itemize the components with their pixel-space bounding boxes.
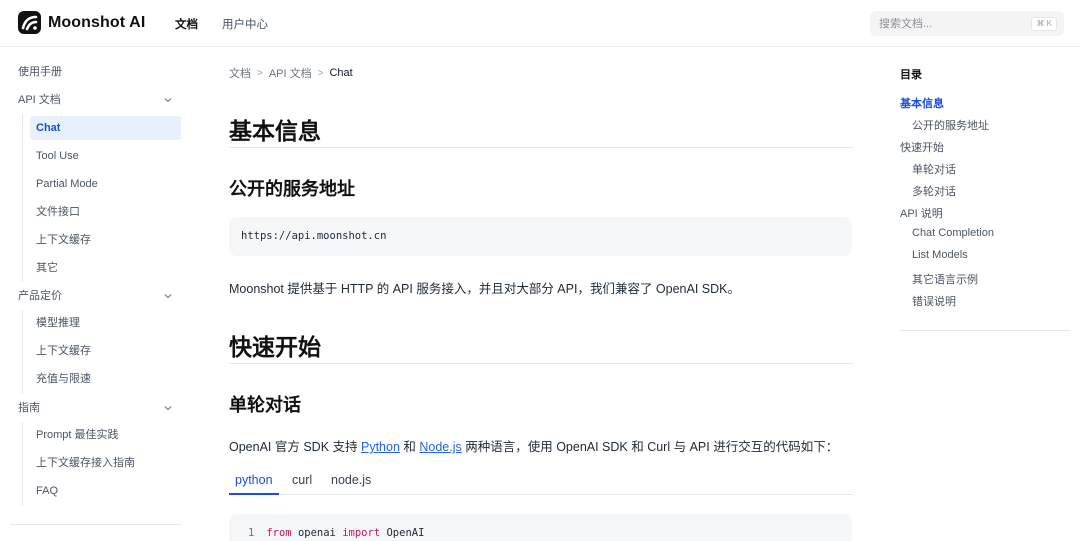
sidebar-divider	[10, 524, 181, 525]
sidebar-item-chat[interactable]: Chat	[30, 116, 181, 140]
sidebar-group-api-docs[interactable]: API 文档	[18, 90, 178, 110]
toc-item-public-url[interactable]: 公开的服务地址	[912, 117, 989, 133]
breadcrumb-docs[interactable]: 文档	[229, 65, 251, 81]
breadcrumb-separator: >	[317, 67, 324, 79]
sidebar-item-faq[interactable]: FAQ	[30, 479, 181, 503]
python-link[interactable]: Python	[361, 440, 400, 454]
python-code-block: 1 from openai import OpenAI	[229, 514, 852, 541]
nodejs-link[interactable]: Node.js	[419, 440, 461, 454]
nav-docs[interactable]: 文档	[175, 16, 198, 32]
sdk-text: 和	[399, 440, 420, 454]
heading-single-turn: 单轮对话	[229, 395, 301, 415]
toc-item-api-desc[interactable]: API 说明	[900, 205, 943, 221]
sidebar-item-file-api[interactable]: 文件接口	[30, 200, 181, 224]
sidebar-group-guide[interactable]: 指南	[18, 398, 178, 418]
code-line-number: 1	[248, 527, 255, 539]
sidebar-group-label: 使用手册	[18, 66, 62, 78]
toc-item-multi-turn[interactable]: 多轮对话	[912, 183, 956, 199]
main-content: 文档 > API 文档 > Chat 基本信息 公开的服务地址 https://…	[229, 48, 853, 541]
code-keyword: import	[342, 527, 381, 539]
heading-public-url: 公开的服务地址	[229, 179, 355, 199]
top-navbar: Moonshot AI 文档 用户中心 ⌘ K	[0, 0, 1080, 47]
toc-item-other-languages[interactable]: 其它语言示例	[912, 271, 978, 287]
toc-item-errors[interactable]: 错误说明	[912, 293, 956, 309]
code-name: OpenAI	[386, 527, 425, 539]
code-tabs: python curl node.js	[229, 468, 853, 495]
sidebar-group-label: 产品定价	[18, 290, 62, 302]
search-input[interactable]	[879, 17, 1029, 30]
sidebar-item-cache-pricing[interactable]: 上下文缓存	[30, 339, 181, 363]
sidebar-item-context-cache[interactable]: 上下文缓存	[30, 228, 181, 252]
tab-curl[interactable]: curl	[286, 468, 318, 495]
search-shortcut-badge: ⌘ K	[1031, 17, 1057, 31]
breadcrumb: 文档 > API 文档 > Chat	[229, 65, 353, 81]
breadcrumb-current: Chat	[329, 67, 353, 79]
toc-item-list-models[interactable]: List Models	[912, 249, 968, 261]
sidebar-item-prompt-best-practice[interactable]: Prompt 最佳实践	[30, 423, 181, 447]
toc-divider	[900, 330, 1070, 331]
sidebar-item-tool-use[interactable]: Tool Use	[30, 144, 181, 168]
chevron-down-icon	[164, 294, 172, 299]
tab-nodejs[interactable]: node.js	[325, 468, 377, 495]
intro-paragraph: Moonshot 提供基于 HTTP 的 API 服务接入，并且对大部分 API…	[229, 282, 740, 296]
breadcrumb-separator: >	[257, 67, 263, 79]
sidebar-item-partial-mode[interactable]: Partial Mode	[30, 172, 181, 196]
toc-item-basic-info[interactable]: 基本信息	[900, 95, 944, 111]
sidebar-group-label: 指南	[18, 402, 40, 414]
heading-divider	[229, 147, 853, 148]
sidebar-item-other[interactable]: 其它	[30, 256, 181, 280]
toc-item-quickstart[interactable]: 快速开始	[900, 139, 944, 155]
toc-item-chat-completion[interactable]: Chat Completion	[912, 227, 994, 239]
sidebar-group-pricing[interactable]: 产品定价	[18, 286, 178, 306]
sidebar-tree-line	[22, 114, 23, 282]
sidebar-item-cache-guide[interactable]: 上下文缓存接入指南	[30, 451, 181, 475]
heading-basic-info: 基本信息	[229, 118, 321, 144]
url-code-block: https://api.moonshot.cn	[229, 217, 852, 256]
heading-quickstart: 快速开始	[229, 334, 321, 360]
toc-title: 目录	[900, 69, 922, 81]
code-keyword: from	[266, 527, 292, 539]
tab-python[interactable]: python	[229, 468, 279, 495]
sdk-paragraph: OpenAI 官方 SDK 支持 Python 和 Node.js 两种语言，使…	[229, 436, 838, 455]
moonshot-logo-icon	[18, 11, 41, 34]
chevron-down-icon	[164, 98, 172, 103]
nav-user-center[interactable]: 用户中心	[222, 16, 268, 32]
sidebar-tree-line	[22, 422, 23, 506]
sidebar-item-recharge-limits[interactable]: 充值与限速	[30, 367, 181, 391]
table-of-contents: 目录 基本信息 公开的服务地址 快速开始 单轮对话 多轮对话 API 说明 Ch…	[900, 48, 1070, 338]
sdk-text: 两种语言，使用 OpenAI SDK 和 Curl 与 API 进行交互的代码如…	[461, 440, 839, 454]
toc-item-single-turn[interactable]: 单轮对话	[912, 161, 956, 177]
left-sidebar: 使用手册 API 文档 Chat Tool Use Partial Mode 文…	[0, 48, 195, 541]
code-module: openai	[297, 527, 336, 539]
sidebar-group-manual[interactable]: 使用手册	[18, 62, 178, 82]
brand-name: Moonshot AI	[48, 13, 146, 31]
brand-logo[interactable]: Moonshot AI	[18, 11, 145, 34]
sidebar-group-label: API 文档	[18, 94, 61, 106]
breadcrumb-api-docs[interactable]: API 文档	[269, 65, 312, 81]
top-nav: 文档 用户中心	[175, 16, 268, 32]
sdk-text: OpenAI 官方 SDK 支持	[229, 440, 361, 454]
service-url: https://api.moonshot.cn	[241, 230, 387, 242]
chevron-down-icon	[164, 406, 172, 411]
sidebar-item-model-inference[interactable]: 模型推理	[30, 311, 181, 335]
heading-divider	[229, 363, 853, 364]
search-box[interactable]: ⌘ K	[870, 11, 1064, 36]
sidebar-tree-line	[22, 310, 23, 394]
